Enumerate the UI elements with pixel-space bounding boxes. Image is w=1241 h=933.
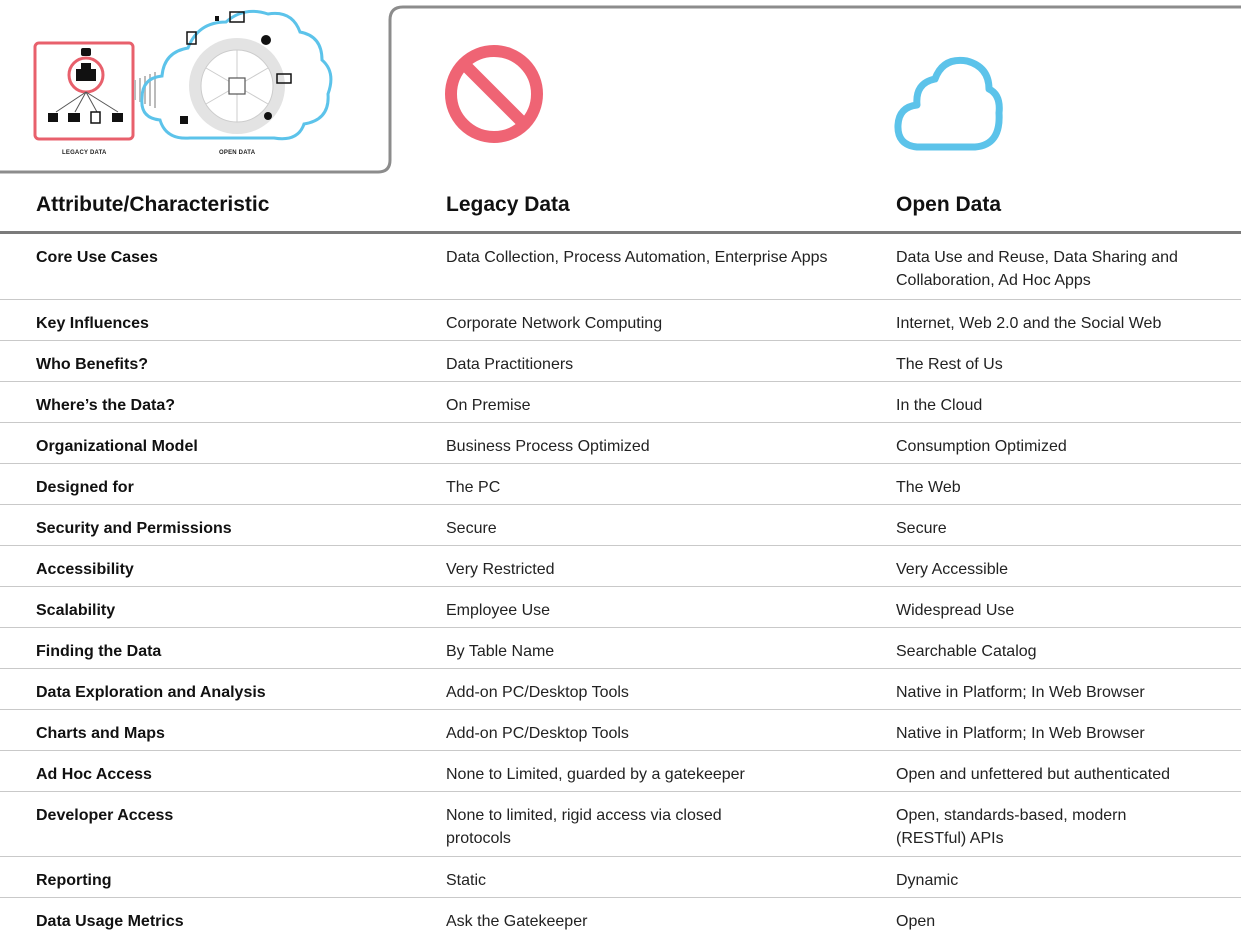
table-row: Accessibility Very Restricted Very Acces… [0,546,1241,587]
open-cell: Secure [896,520,947,537]
header-open: Open Data [896,193,1002,216]
table-row: Designed for The PC The Web [0,464,1241,505]
legacy-cell: Data Collection, Process Automation, Ent… [446,249,828,266]
attribute-cell: Ad Hoc Access [36,766,152,783]
open-cell: The Web [896,479,961,496]
legacy-cell: Corporate Network Computing [446,315,663,332]
open-cell: Open and unfettered but authenticated [896,766,1170,783]
open-cell: Very Accessible [896,561,1009,578]
attribute-cell: Developer Access [36,807,174,824]
open-cell: Data Use and Reuse, Data Sharing and Col… [896,249,1178,289]
attribute-cell: Organizational Model [36,438,198,455]
legacy-cell: By Table Name [446,643,555,660]
attribute-cell: Finding the Data [36,643,162,660]
attribute-cell: Key Influences [36,315,149,332]
attribute-cell: Designed for [36,479,134,496]
attribute-cell: Data Exploration and Analysis [36,684,266,701]
attribute-cell: Core Use Cases [36,249,158,266]
open-cell: Searchable Catalog [896,643,1037,660]
open-cell: In the Cloud [896,397,983,414]
header-legacy: Legacy Data [446,193,570,216]
legacy-cell: Business Process Optimized [446,438,650,455]
attribute-cell: Security and Permissions [36,520,232,537]
attribute-cell: Where’s the Data? [36,397,175,414]
legacy-caption: LEGACY DATA [62,150,107,156]
table-row: Organizational Model Business Process Op… [0,423,1241,464]
table-row: Ad Hoc Access None to Limited, guarded b… [0,751,1241,792]
table-row: Scalability Employee Use Widespread Use [0,587,1241,628]
open-cell: Widespread Use [896,602,1015,619]
table-row: Developer Access None to limited, rigid … [0,792,1241,857]
legacy-vs-open-diagram [30,0,340,165]
table-row: Finding the Data By Table Name Searchabl… [0,628,1241,669]
legacy-cell: None to limited, rigid access via closed… [446,807,722,847]
table-row: Security and Permissions Secure Secure [0,505,1241,546]
lock-icon [81,48,91,56]
table-row: Charts and Maps Add-on PC/Desktop Tools … [0,710,1241,751]
legacy-cell: Very Restricted [446,561,555,578]
prohibited-icon [445,45,543,143]
open-cell: Native in Platform; In Web Browser [896,684,1145,701]
table-row: Where’s the Data? On Premise In the Clou… [0,382,1241,423]
attribute-cell: Reporting [36,872,112,889]
table-row: Data Exploration and Analysis Add-on PC/… [0,669,1241,710]
table-header: Attribute/Characteristic Legacy Data Ope… [0,185,1241,234]
table-row: Data Usage Metrics Ask the Gatekeeper Op… [0,898,1241,930]
legacy-cell: None to Limited, guarded by a gatekeeper [446,766,745,783]
open-cell: The Rest of Us [896,356,1003,373]
attribute-cell: Who Benefits? [36,356,148,373]
legacy-cell: Static [446,872,487,889]
legacy-cell: Data Practitioners [446,356,574,373]
legacy-cell: The PC [446,479,501,496]
attribute-cell: Charts and Maps [36,725,165,742]
open-cell: Native in Platform; In Web Browser [896,725,1145,742]
legacy-cell: On Premise [446,397,531,414]
open-cell: Dynamic [896,872,959,889]
legacy-cell: Add-on PC/Desktop Tools [446,725,629,742]
table-row: Reporting Static Dynamic [0,857,1241,898]
attribute-cell: Accessibility [36,561,134,578]
table-row: Key Influences Corporate Network Computi… [0,300,1241,341]
legacy-cell: Employee Use [446,602,551,619]
open-caption: OPEN DATA [219,150,256,156]
cloud-icon [894,56,1003,151]
header-area: LEGACY DATA OPEN DATA [0,0,1241,180]
open-cell: Internet, Web 2.0 and the Social Web [896,315,1162,332]
attribute-cell: Scalability [36,602,116,619]
legacy-cell: Add-on PC/Desktop Tools [446,684,629,701]
table-row: Who Benefits? Data Practitioners The Res… [0,341,1241,382]
table-row: Core Use Cases Data Collection, Process … [0,234,1241,300]
header-attribute: Attribute/Characteristic [36,193,270,216]
open-cell: Consumption Optimized [896,438,1067,455]
legacy-cell: Secure [446,520,497,537]
open-cell: Open, standards-based, modern (RESTful) … [896,807,1127,847]
